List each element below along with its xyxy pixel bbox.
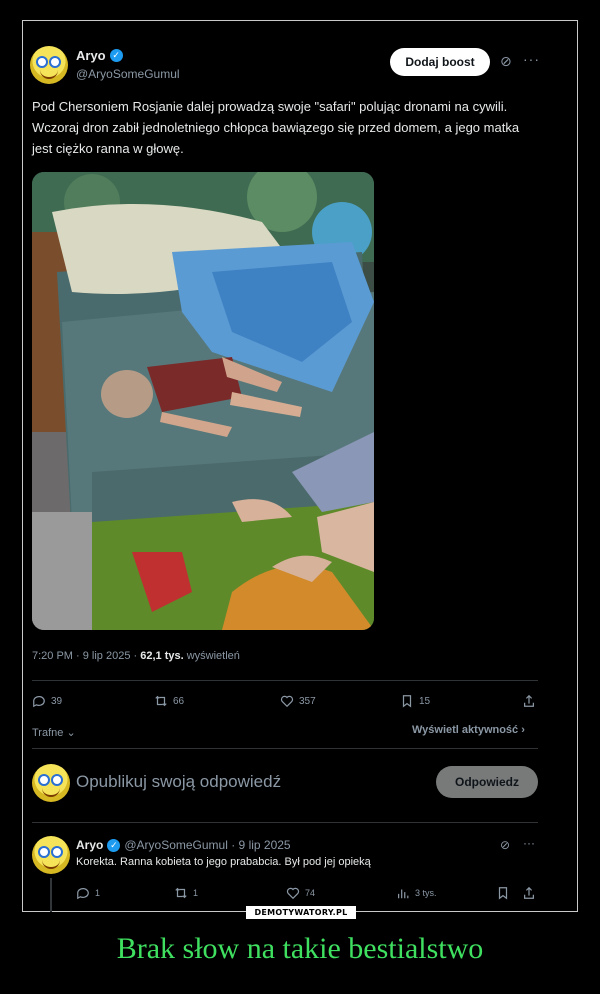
post-header: Aryo ✓ @AryoSomeGumul Dodaj boost ⊘ ··· bbox=[30, 46, 540, 86]
like-count: 357 bbox=[299, 695, 316, 707]
post-meta: 7:20 PM · 9 lip 2025 · 62,1 tys. wyświet… bbox=[32, 650, 240, 662]
chevron-right-icon: › bbox=[521, 724, 525, 736]
comment-reply-count: 1 bbox=[95, 888, 101, 898]
bookmark-action[interactable]: 15 bbox=[400, 694, 430, 708]
thread-line bbox=[50, 878, 52, 912]
bookmark-icon bbox=[498, 887, 508, 900]
watermark: DEMOTYWATORY.PL bbox=[246, 906, 356, 919]
comment-like-count: 74 bbox=[305, 888, 316, 898]
post-actions: 39 66 357 15 bbox=[32, 694, 538, 714]
reply-icon bbox=[33, 696, 45, 708]
reply-composer: Opublikuj swoją odpowiedź Odpowiedz bbox=[30, 762, 540, 802]
avatar[interactable] bbox=[32, 836, 70, 874]
more-options-icon[interactable]: ··· bbox=[523, 51, 540, 67]
repost-count: 66 bbox=[173, 695, 185, 707]
grok-icon[interactable]: ⊘ bbox=[500, 838, 510, 852]
comment-reply-action[interactable]: 1 bbox=[76, 886, 100, 900]
avatar[interactable] bbox=[30, 46, 68, 84]
author-handle[interactable]: @AryoSomeGumul bbox=[76, 67, 180, 81]
comment-repost-count: 1 bbox=[193, 888, 199, 898]
reply-count: 39 bbox=[51, 695, 63, 707]
avatar[interactable] bbox=[32, 764, 70, 802]
views-count: 62,1 tys. bbox=[140, 650, 184, 662]
comment-author-name[interactable]: Aryo bbox=[76, 838, 103, 852]
views-label: wyświetleń bbox=[183, 650, 240, 662]
comment-author-handle[interactable]: @AryoSomeGumul · 9 lip 2025 bbox=[124, 838, 290, 852]
repost-action[interactable]: 66 bbox=[154, 694, 184, 708]
share-icon bbox=[524, 694, 534, 707]
verified-badge-icon: ✓ bbox=[109, 49, 123, 62]
comment-like-action[interactable]: 74 bbox=[286, 886, 315, 900]
repost-icon bbox=[155, 695, 167, 707]
share-icon bbox=[524, 886, 534, 899]
like-action[interactable]: 357 bbox=[280, 694, 316, 708]
sort-dropdown[interactable]: Trafne ⌄ bbox=[32, 726, 76, 739]
reply-button[interactable]: Odpowiedz bbox=[436, 766, 538, 798]
comment-actions: 1 1 74 3 tys. bbox=[76, 886, 538, 902]
reply-action[interactable]: 39 bbox=[32, 694, 62, 708]
post-text: Pod Chersoniem Rosjanie dalej prowadzą s… bbox=[32, 99, 520, 156]
heart-icon bbox=[286, 887, 300, 900]
bookmark-count: 15 bbox=[419, 695, 431, 707]
post-photo[interactable] bbox=[32, 172, 374, 630]
analytics-icon bbox=[398, 889, 409, 899]
post-time[interactable]: 7:20 PM · 9 lip 2025 · bbox=[32, 650, 140, 662]
comment-bookmark-action[interactable] bbox=[496, 886, 510, 900]
comment-views-count: 3 tys. bbox=[415, 888, 437, 898]
sort-label: Trafne bbox=[32, 727, 64, 739]
more-options-icon[interactable]: ··· bbox=[523, 836, 535, 850]
caption: Brak słow na takie bestialstwo bbox=[116, 932, 484, 965]
reply-icon bbox=[77, 888, 89, 900]
boost-button[interactable]: Dodaj boost bbox=[390, 48, 490, 76]
divider bbox=[32, 748, 538, 749]
grok-icon[interactable]: ⊘ bbox=[500, 54, 514, 68]
verified-badge-icon: ✓ bbox=[107, 838, 121, 852]
comment-repost-action[interactable]: 1 bbox=[174, 886, 198, 900]
comment-views-action[interactable]: 3 tys. bbox=[396, 886, 437, 900]
chevron-down-icon: ⌄ bbox=[66, 727, 76, 739]
activity-label: Wyświetl aktywność bbox=[412, 724, 519, 736]
comment-share-action[interactable] bbox=[522, 886, 536, 900]
comment[interactable]: Aryo ✓ @AryoSomeGumul · 9 lip 2025 ⊘ ···… bbox=[30, 836, 540, 912]
repost-icon bbox=[175, 887, 187, 899]
bookmark-icon bbox=[402, 695, 412, 708]
author-name[interactable]: Aryo bbox=[76, 48, 106, 63]
reply-input[interactable]: Opublikuj swoją odpowiedź bbox=[76, 772, 281, 792]
comment-text: Korekta. Ranna kobieta to jego prababcia… bbox=[76, 856, 371, 868]
share-action[interactable] bbox=[522, 694, 536, 708]
divider bbox=[32, 680, 538, 681]
heart-icon bbox=[280, 695, 294, 708]
view-activity-link[interactable]: Wyświetl aktywność › bbox=[412, 724, 525, 736]
divider bbox=[32, 822, 538, 823]
